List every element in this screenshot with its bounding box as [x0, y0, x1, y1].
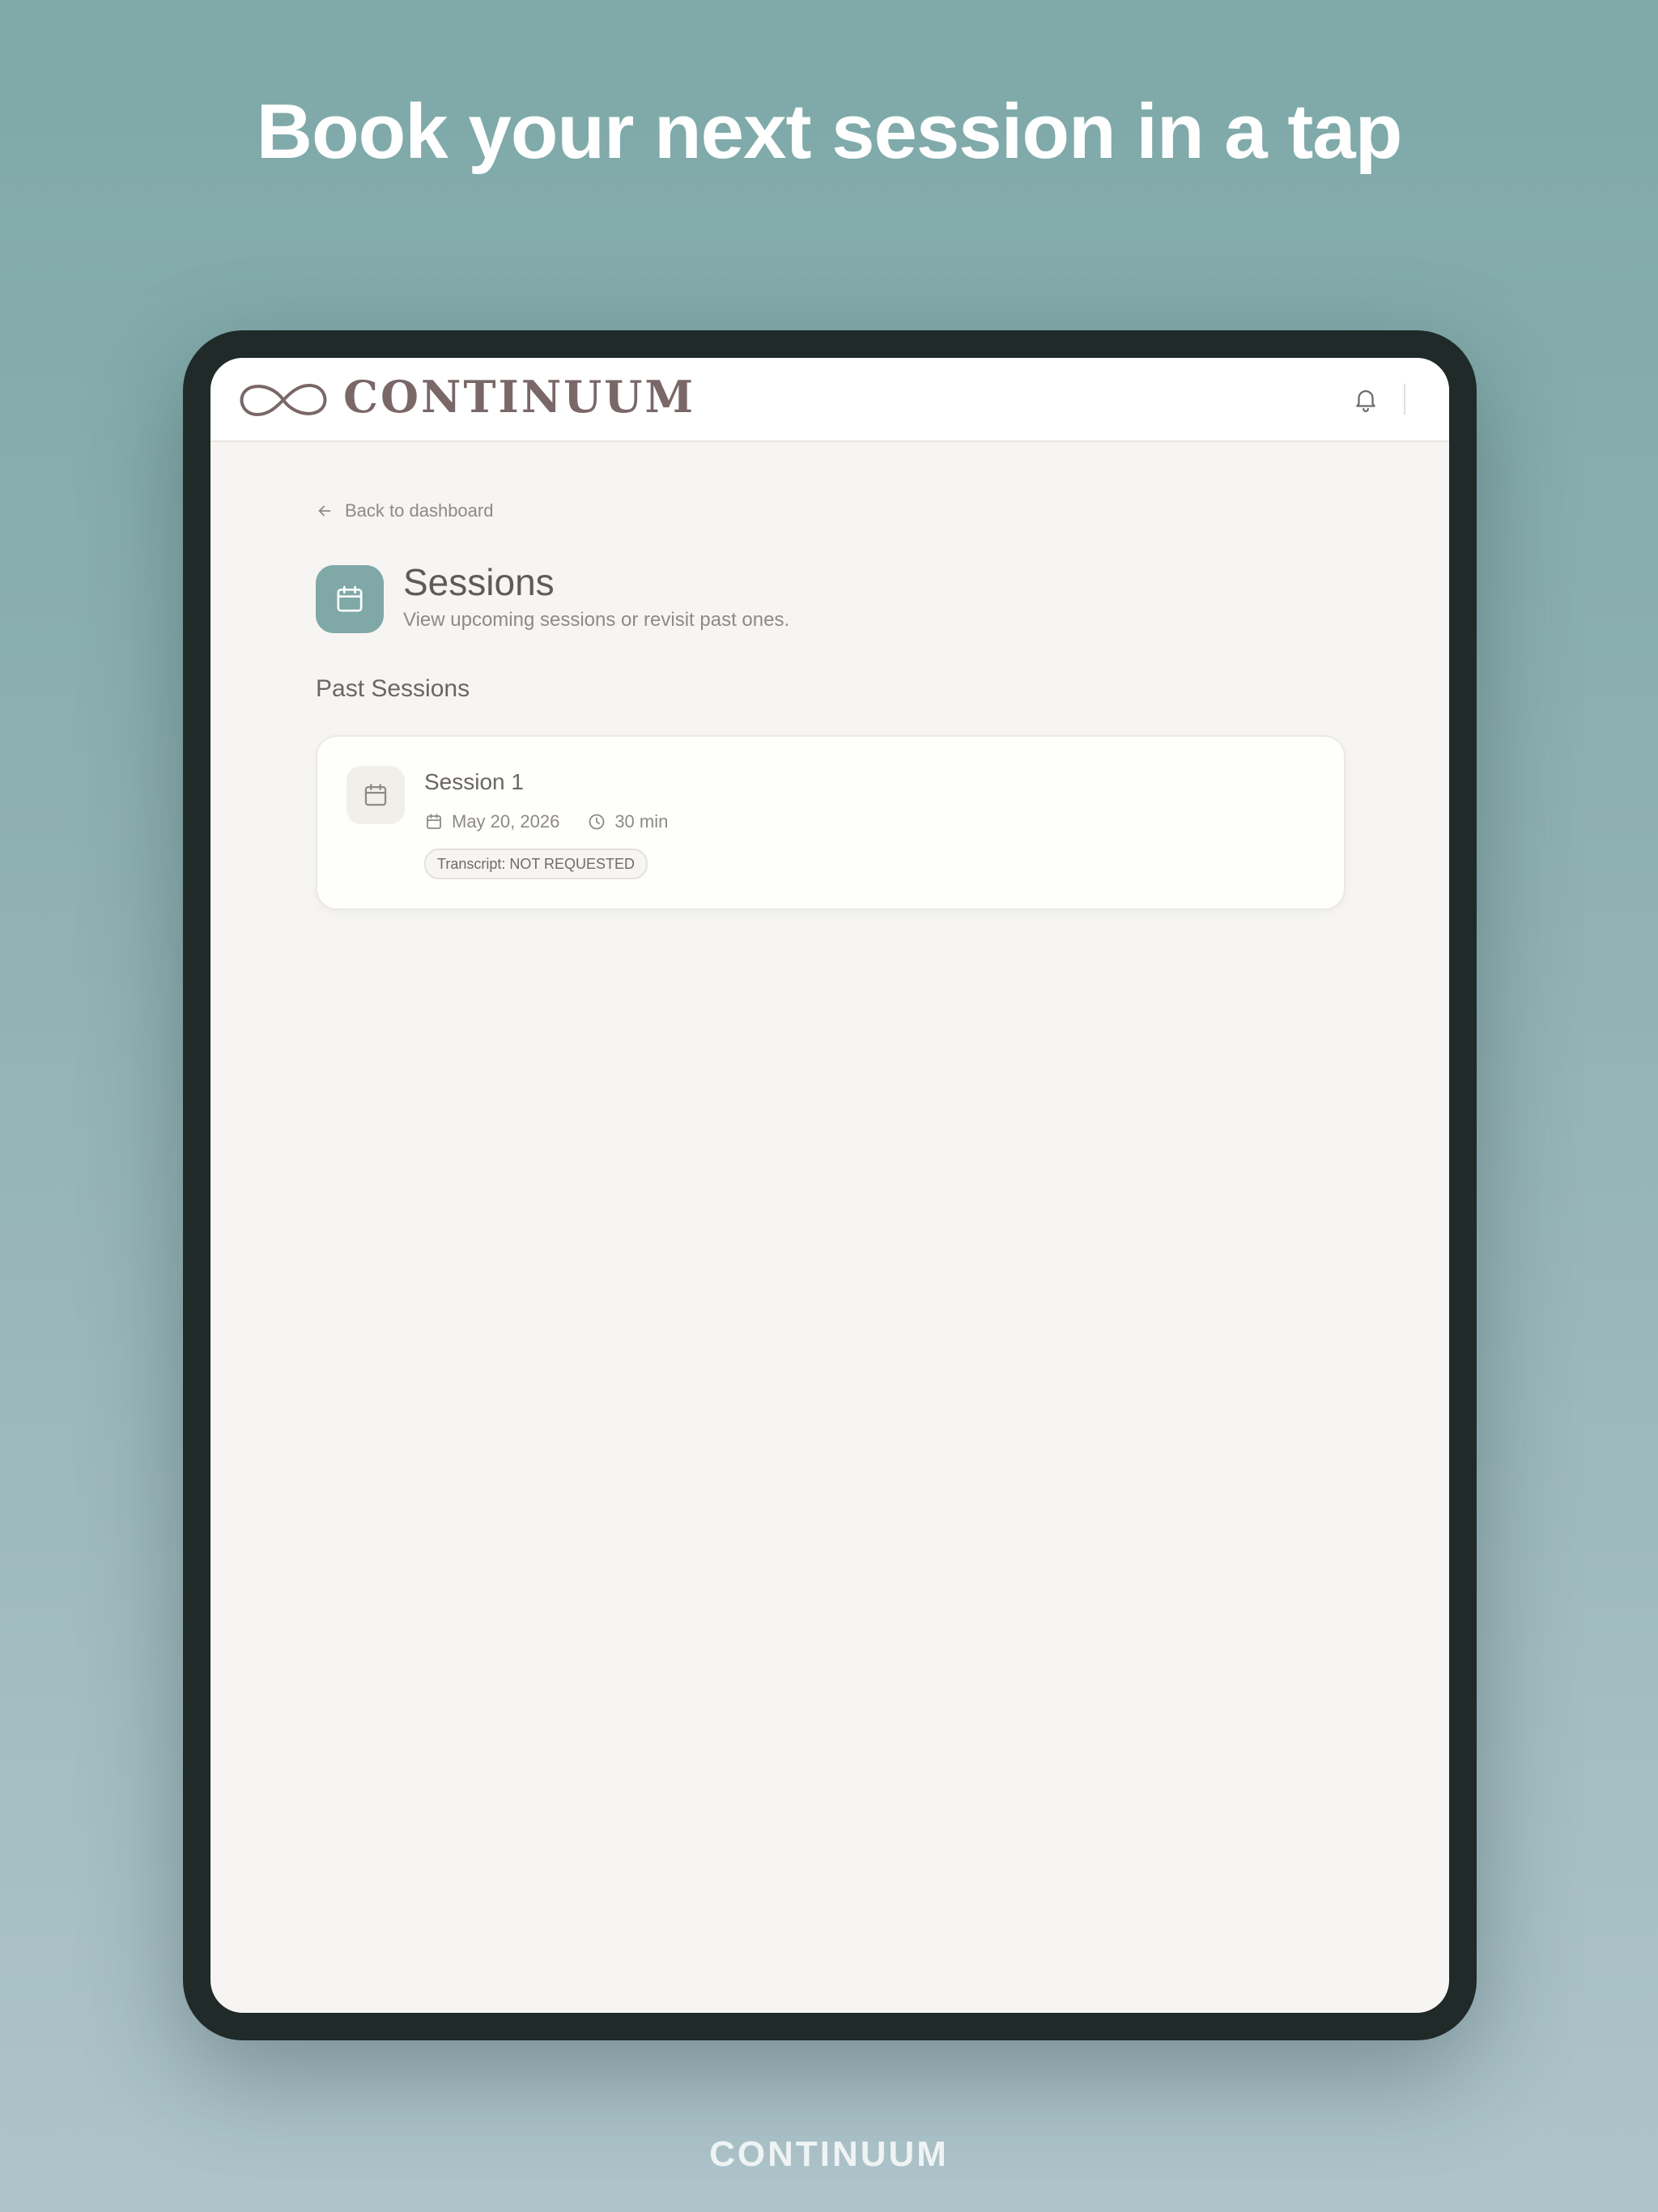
arrow-left-icon [318, 505, 331, 517]
back-to-dashboard-link[interactable]: Back to dashboard [316, 500, 493, 521]
tablet-frame: CONTINUUM Back to dashboard Sessions Vie… [183, 330, 1477, 2040]
bell-icon[interactable] [1352, 385, 1380, 413]
session-date: May 20, 2026 [452, 811, 560, 832]
transcript-status-badge: Transcript: NOT REQUESTED [424, 849, 648, 879]
session-meta: May 20, 2026 30 min [424, 811, 668, 832]
brand-logo-text[interactable]: CONTINUUM [343, 371, 695, 423]
app-screen: CONTINUUM Back to dashboard Sessions Vie… [210, 358, 1449, 2013]
clock-icon [589, 814, 605, 830]
promo-footer-brand: CONTINUUM [709, 2134, 949, 2174]
session-title: Session 1 [424, 769, 524, 794]
header-divider [1404, 384, 1405, 415]
session-duration: 30 min [614, 811, 669, 832]
promo-headline: Book your next session in a tap [256, 88, 1403, 175]
page-title: Sessions [403, 561, 555, 603]
calendar-icon [337, 585, 363, 612]
calendar-small-icon [427, 814, 441, 829]
calendar-icon [364, 784, 387, 806]
session-card[interactable]: Session 1 May 20, 2026 30 min Transcript… [316, 735, 1346, 910]
page-title-icon-tile [316, 565, 384, 633]
back-link-label: Back to dashboard [345, 500, 494, 521]
past-sessions-heading: Past Sessions [316, 675, 470, 702]
page-subtitle: View upcoming sessions or revisit past o… [403, 609, 790, 631]
app-header: CONTINUUM [210, 358, 1449, 442]
infinity-icon [240, 383, 327, 417]
session-icon-tile [346, 766, 405, 824]
